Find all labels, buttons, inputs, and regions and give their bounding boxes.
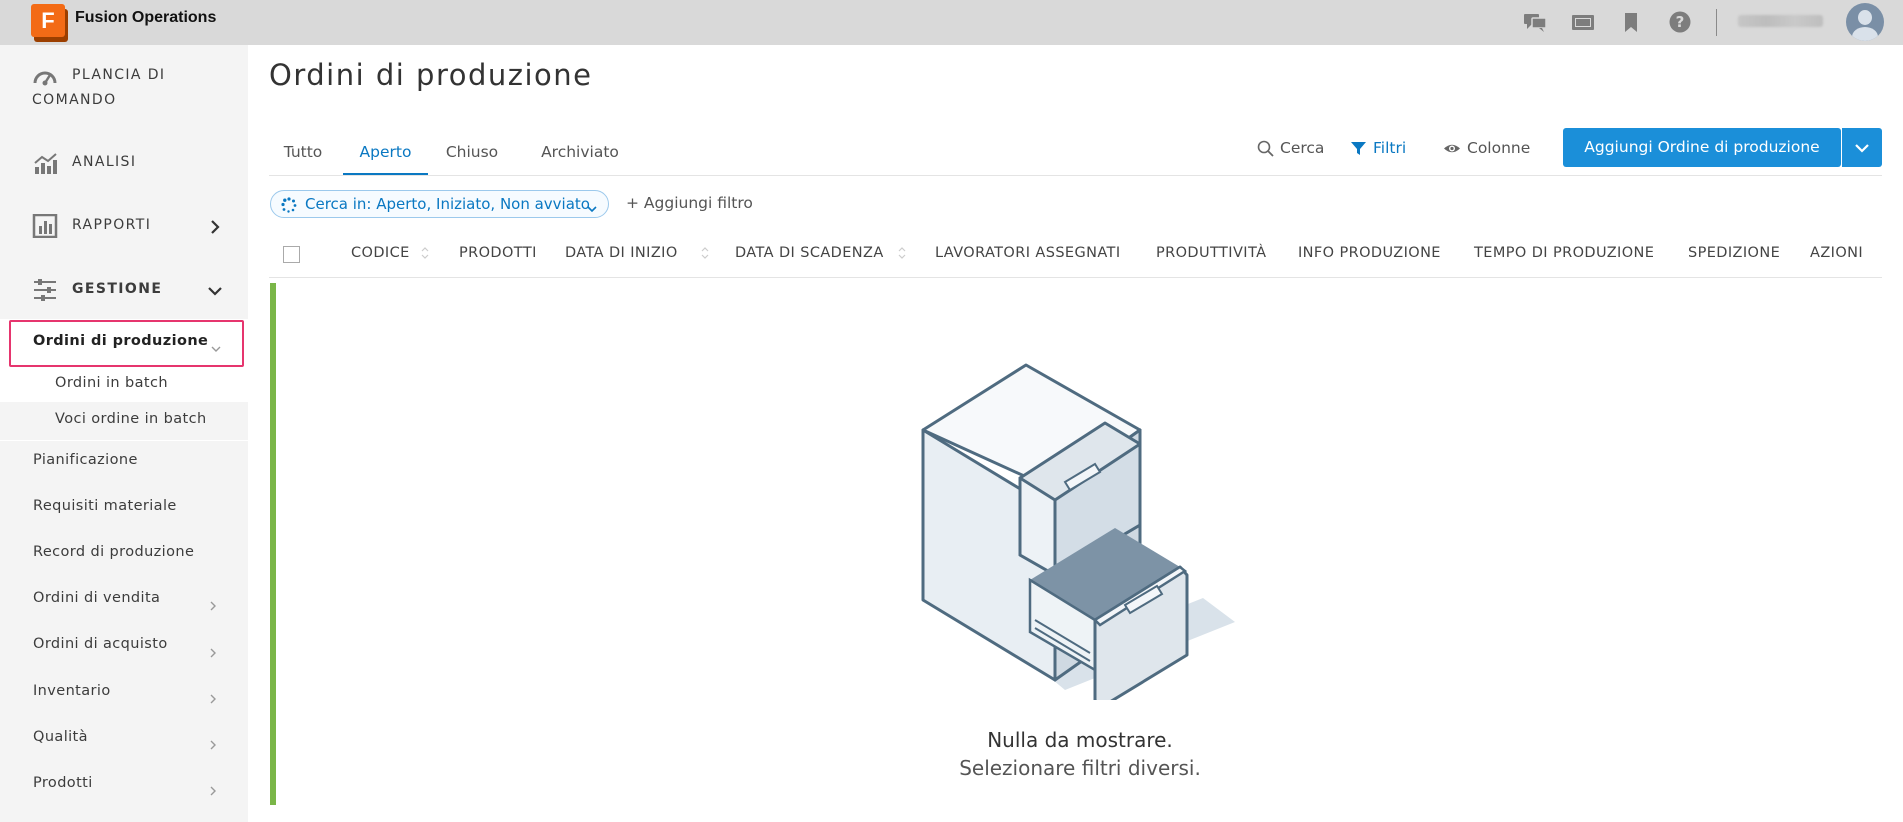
search-icon [1257, 140, 1274, 157]
app-logo[interactable]: F [31, 4, 68, 42]
sidebar-label-dashboard-1: PLANCIA DI [72, 67, 166, 83]
sidebar-item-dashboard[interactable]: PLANCIA DI COMANDO [0, 63, 248, 118]
chevron-right-icon [208, 219, 222, 234]
sidebar-label-analisi: ANALISI [72, 154, 137, 170]
table-header-divider [269, 277, 1882, 278]
chevron-right-icon [208, 781, 218, 796]
filters-button[interactable]: Filtri [1350, 137, 1406, 159]
tab-chiuso[interactable]: Chiuso [436, 132, 508, 176]
sidebar-item-analisi[interactable]: ANALISI [0, 150, 248, 180]
top-bar: F Fusion Operations ? [0, 0, 1903, 45]
chevron-down-icon [208, 283, 222, 297]
table-header: CODICE PRODOTTI DATA DI INIZIO DATA DI S… [269, 240, 1882, 278]
chevron-down-icon [211, 339, 221, 358]
sidebar-item-ordini-di-acquisto[interactable]: Ordini di acquisto [33, 636, 168, 652]
sliders-icon [32, 278, 58, 302]
sidebar-label-gestione: GESTIONE [72, 281, 163, 297]
filters-label: Filtri [1373, 139, 1407, 157]
sidebar-item-requisiti-materiale[interactable]: Requisiti materiale [33, 498, 177, 514]
chevron-down-icon [587, 200, 597, 218]
tabs-divider [269, 175, 1882, 176]
chevron-right-icon [208, 596, 218, 611]
column-codice[interactable]: CODICE [351, 245, 410, 261]
user-name-redacted[interactable] [1738, 15, 1823, 27]
sort-icon[interactable] [897, 243, 907, 263]
sidebar-item-record-di-produzione[interactable]: Record di produzione [33, 544, 194, 560]
status-bar [270, 283, 276, 805]
column-data-di-inizio[interactable]: DATA DI INIZIO [565, 245, 678, 261]
column-tempo-di-produzione[interactable]: TEMPO DI PRODUZIONE [1474, 245, 1654, 261]
column-produttivita[interactable]: PRODUTTIVITÀ [1156, 245, 1266, 261]
chat-icon[interactable] [1522, 10, 1548, 34]
sort-icon[interactable] [700, 243, 710, 263]
chevron-right-icon [208, 689, 218, 704]
sidebar-item-pianificazione[interactable]: Pianificazione [33, 452, 138, 468]
empty-cabinet-illustration [915, 360, 1245, 710]
sidebar-item-ordini-in-batch[interactable]: Ordini in batch [55, 375, 168, 391]
search-button[interactable]: Cerca [1257, 137, 1324, 159]
add-button-label: Aggiungi Ordine di produzione [1584, 138, 1820, 156]
bookmark-icon[interactable] [1618, 10, 1644, 34]
tab-aperto[interactable]: Aperto [343, 132, 428, 176]
column-info-produzione[interactable]: INFO PRODUZIONE [1298, 245, 1441, 261]
app-title: Fusion Operations [75, 9, 217, 26]
sidebar-item-ordini-di-produzione[interactable]: Ordini di produzione [9, 320, 244, 367]
loading-dots-icon [281, 197, 297, 213]
columns-label: Colonne [1467, 139, 1531, 157]
help-icon[interactable]: ? [1667, 10, 1693, 34]
column-azioni: AZIONI [1810, 245, 1864, 261]
column-spedizione[interactable]: SPEDIZIONE [1688, 245, 1780, 261]
filter-icon [1351, 141, 1366, 155]
sidebar-item-gestione[interactable]: GESTIONE [0, 277, 248, 307]
divider [1716, 9, 1717, 36]
sidebar-item-inventario[interactable]: Inventario [33, 683, 111, 699]
filter-chip-status[interactable]: Cerca in: Aperto, Iniziato, Non avviato [270, 190, 609, 218]
tab-tutto[interactable]: Tutto [269, 132, 337, 176]
add-filter-button[interactable]: + Aggiungi filtro [626, 194, 753, 212]
columns-button[interactable]: Colonne [1443, 137, 1530, 159]
sidebar-item-ordini-di-vendita[interactable]: Ordini di vendita [33, 590, 160, 606]
eye-icon [1444, 144, 1460, 152]
column-lavoratori-assegnati[interactable]: LAVORATORI ASSEGNATI [935, 245, 1121, 261]
screen-icon[interactable] [1570, 10, 1596, 34]
tab-archiviato[interactable]: Archiviato [522, 132, 638, 176]
sidebar-active-label: Ordini di produzione [33, 333, 209, 349]
empty-state-subtitle: Selezionare filtri diversi. [959, 756, 1201, 780]
analytics-icon [32, 152, 58, 176]
sidebar-item-voci-ordine-in-batch[interactable]: Voci ordine in batch [55, 411, 207, 427]
reports-icon [32, 213, 58, 239]
search-label: Cerca [1280, 139, 1325, 157]
svg-text:?: ? [1676, 13, 1685, 31]
column-prodotti[interactable]: PRODOTTI [459, 245, 537, 261]
chevron-down-icon [1855, 144, 1869, 153]
sidebar-label-dashboard-2: COMANDO [32, 92, 117, 108]
chevron-right-icon [208, 643, 218, 658]
add-production-order-button[interactable]: Aggiungi Ordine di produzione [1563, 128, 1841, 167]
add-options-dropdown[interactable] [1842, 128, 1882, 167]
dashboard-icon [32, 66, 58, 90]
logo-letter: F [31, 4, 65, 37]
page-title: Ordini di produzione [269, 58, 593, 92]
filter-chip-label: Cerca in: Aperto, Iniziato, Non avviato [305, 195, 590, 213]
empty-state-title: Nulla da mostrare. [987, 728, 1173, 752]
sidebar-item-rapporti[interactable]: RAPPORTI [0, 213, 248, 243]
sort-icon[interactable] [420, 243, 430, 263]
sidebar-label-rapporti: RAPPORTI [72, 217, 152, 233]
column-data-di-scadenza[interactable]: DATA DI SCADENZA [735, 245, 884, 261]
select-all-checkbox[interactable] [283, 246, 300, 263]
avatar[interactable] [1846, 3, 1884, 41]
